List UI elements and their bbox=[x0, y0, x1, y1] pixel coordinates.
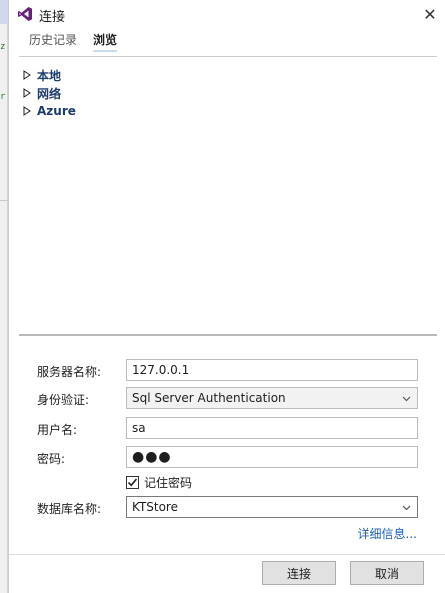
server-name-input[interactable]: 127.0.0.1 bbox=[126, 359, 418, 381]
visual-studio-icon bbox=[18, 7, 32, 21]
expand-arrow-icon bbox=[23, 88, 31, 98]
password-mask: ●●● bbox=[132, 449, 172, 465]
background-editor-strip: z r bbox=[0, 0, 8, 593]
tab-browse[interactable]: 浏览 bbox=[93, 30, 118, 52]
remember-password-checkbox[interactable]: 记住密码 bbox=[126, 474, 192, 491]
details-link[interactable]: 详细信息... bbox=[358, 525, 417, 542]
username-label: 用户名: bbox=[37, 423, 78, 437]
properties-divider bbox=[19, 334, 437, 336]
password-row: 密码: ●●● bbox=[9, 446, 445, 470]
tab-divider bbox=[19, 56, 437, 57]
remember-password-label: 记住密码 bbox=[144, 476, 193, 490]
database-name-value: KTStore bbox=[132, 500, 178, 514]
authentication-value: Sql Server Authentication bbox=[132, 391, 286, 405]
expand-arrow-icon bbox=[23, 70, 31, 80]
background-tab-highlight bbox=[0, 0, 8, 24]
tree-item-label: 本地 bbox=[37, 68, 62, 83]
background-code-fragment: r bbox=[0, 92, 6, 102]
tree-item-network[interactable]: 网络 bbox=[23, 84, 76, 102]
authentication-row: 身份验证: Sql Server Authentication bbox=[9, 387, 445, 411]
expand-arrow-icon bbox=[23, 106, 31, 116]
password-label: 密码: bbox=[37, 452, 66, 466]
server-name-row: 服务器名称: 127.0.0.1 bbox=[9, 359, 445, 383]
server-name-label: 服务器名称: bbox=[37, 365, 102, 379]
password-input[interactable]: ●●● bbox=[126, 446, 418, 468]
button-divider bbox=[9, 554, 445, 555]
background-code-fragment: z bbox=[0, 42, 6, 52]
database-name-label: 数据库名称: bbox=[37, 502, 102, 516]
tree-item-label: 网络 bbox=[37, 86, 62, 101]
chevron-down-icon[interactable] bbox=[402, 500, 411, 516]
close-icon: ✕ bbox=[423, 4, 437, 24]
tab-history[interactable]: 历史记录 bbox=[29, 30, 77, 52]
database-name-row: 数据库名称: KTStore bbox=[9, 496, 445, 520]
database-name-combobox[interactable]: KTStore bbox=[126, 496, 418, 518]
tab-bar: 历史记录 浏览 bbox=[29, 30, 118, 52]
tree-item-azure[interactable]: Azure bbox=[23, 102, 76, 120]
connect-button[interactable]: 连接 bbox=[262, 561, 336, 585]
tree-item-local[interactable]: 本地 bbox=[23, 66, 76, 84]
checkmark-icon bbox=[126, 476, 139, 489]
tree-item-label: Azure bbox=[37, 104, 76, 118]
chevron-down-icon bbox=[402, 396, 411, 402]
title-bar: 连接 ✕ bbox=[9, 0, 445, 28]
server-tree: 本地 网络 Azure bbox=[23, 66, 76, 120]
authentication-label: 身份验证: bbox=[37, 393, 90, 407]
username-input[interactable]: sa bbox=[126, 417, 418, 439]
background-divider bbox=[0, 200, 8, 201]
authentication-select[interactable]: Sql Server Authentication bbox=[126, 387, 418, 409]
close-button[interactable]: ✕ bbox=[418, 2, 442, 26]
connect-dialog: 连接 ✕ 历史记录 浏览 本地 网络 Azure 服务器名称: 127.0.0.… bbox=[8, 0, 445, 593]
cancel-button[interactable]: 取消 bbox=[350, 561, 424, 585]
window-title: 连接 bbox=[39, 10, 66, 25]
username-row: 用户名: sa bbox=[9, 417, 445, 441]
